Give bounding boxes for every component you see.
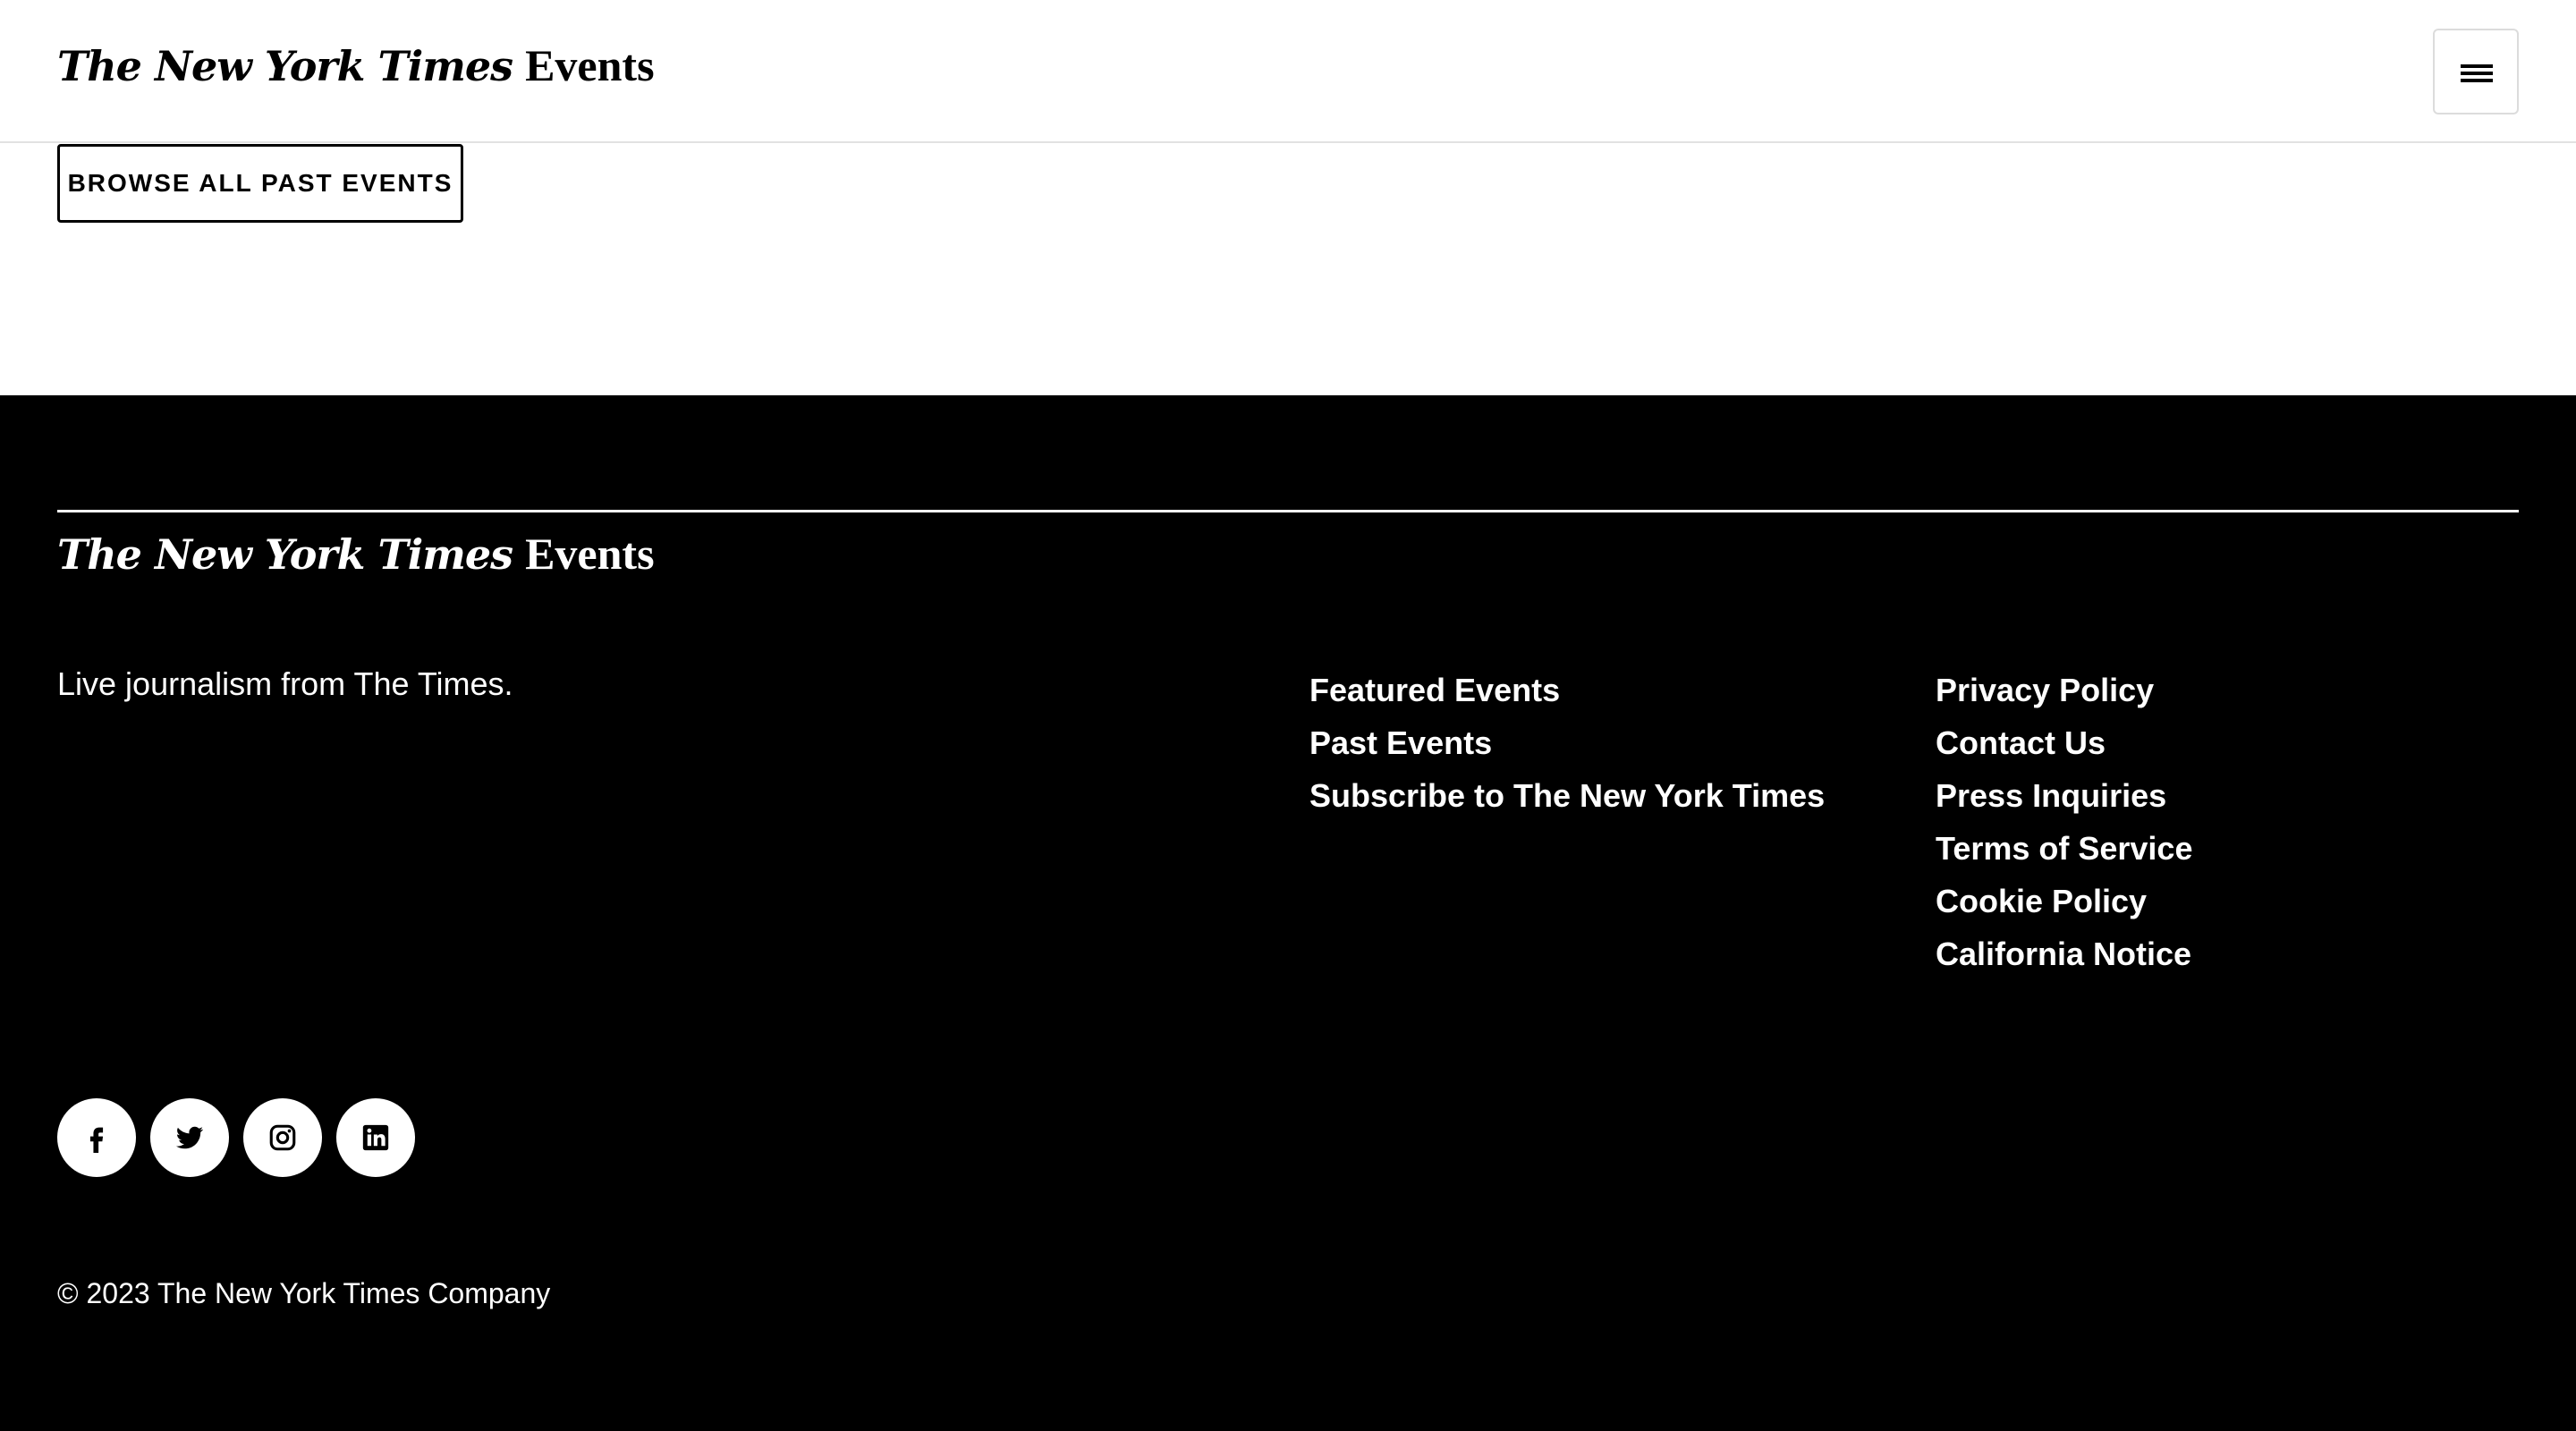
linkedin-link[interactable]: [336, 1098, 415, 1177]
footer-tagline: Live journalism from The Times.: [57, 665, 513, 702]
nyt-events-logo[interactable]: The New York Times Events: [57, 39, 655, 91]
main-content: BROWSE ALL PAST EVENTS: [0, 143, 2576, 395]
hamburger-icon: [2461, 64, 2493, 68]
instagram-icon: [269, 1124, 296, 1151]
logo-brand: The New York Times: [57, 530, 513, 579]
hamburger-icon-bar: [2461, 72, 2493, 75]
footer-nyt-events-logo[interactable]: The New York Times Events: [57, 528, 655, 580]
footer-link-cookie-policy[interactable]: Cookie Policy: [1936, 875, 2192, 927]
facebook-icon: [89, 1127, 104, 1153]
footer-link-california-notice[interactable]: California Notice: [1936, 927, 2192, 980]
footer-link-privacy-policy[interactable]: Privacy Policy: [1936, 664, 2192, 716]
footer-links-events: Featured Events Past Events Subscribe to…: [1309, 664, 1825, 822]
site-footer: The New York Times Events Live journalism…: [0, 395, 2576, 1431]
footer-link-contact-us[interactable]: Contact Us: [1936, 716, 2192, 769]
logo-events: Events: [525, 529, 655, 579]
logo-events: Events: [525, 40, 655, 90]
logo-brand: The New York Times: [57, 42, 513, 90]
twitter-icon: [176, 1126, 204, 1149]
hamburger-icon-bar: [2461, 79, 2493, 82]
site-header: The New York Times Events: [0, 0, 2576, 143]
footer-link-subscribe[interactable]: Subscribe to The New York Times: [1309, 769, 1825, 822]
footer-link-past-events[interactable]: Past Events: [1309, 716, 1825, 769]
footer-divider: [57, 510, 2519, 512]
facebook-link[interactable]: [57, 1098, 136, 1177]
copyright-text: © 2023 The New York Times Company: [57, 1277, 551, 1309]
linkedin-icon: [362, 1124, 389, 1151]
instagram-link[interactable]: [243, 1098, 322, 1177]
menu-button[interactable]: [2433, 29, 2519, 114]
social-links: [57, 1098, 415, 1177]
footer-links-legal: Privacy Policy Contact Us Press Inquirie…: [1936, 664, 2192, 980]
footer-link-press-inquiries[interactable]: Press Inquiries: [1936, 769, 2192, 822]
browse-all-past-events-button[interactable]: BROWSE ALL PAST EVENTS: [57, 144, 463, 223]
footer-link-terms-of-service[interactable]: Terms of Service: [1936, 822, 2192, 875]
twitter-link[interactable]: [150, 1098, 229, 1177]
footer-link-featured-events[interactable]: Featured Events: [1309, 664, 1825, 716]
